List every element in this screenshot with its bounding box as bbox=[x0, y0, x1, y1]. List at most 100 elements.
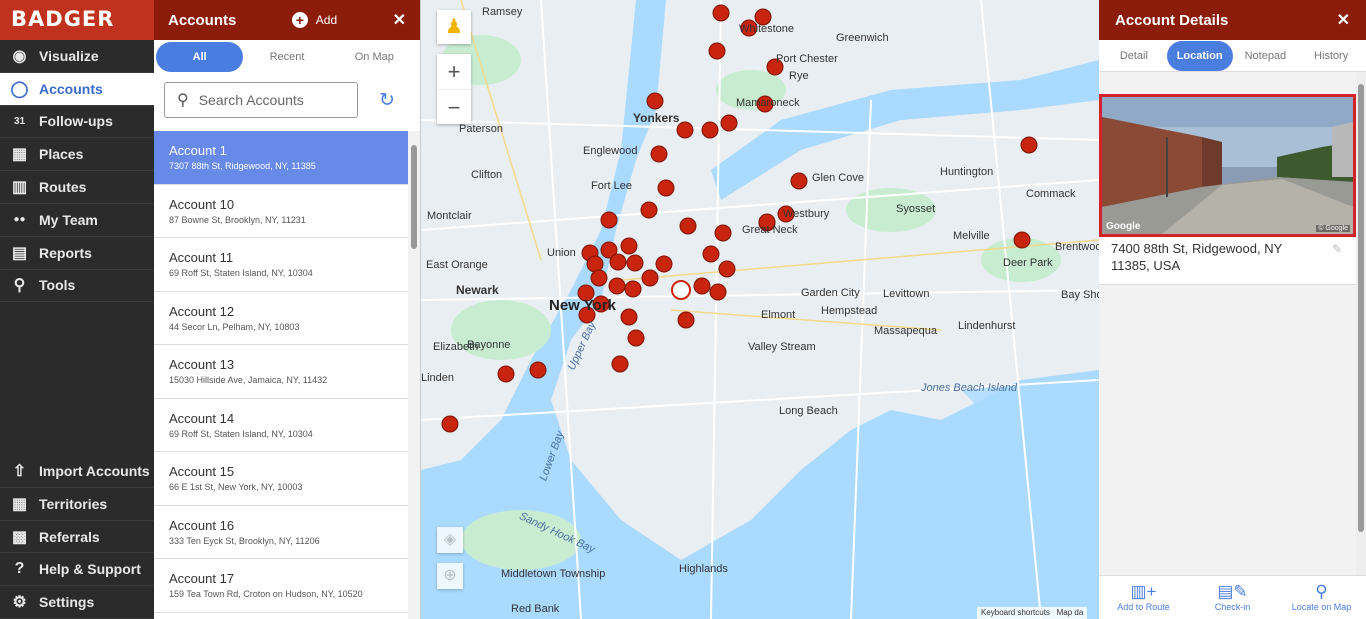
account-name: Account 14 bbox=[169, 410, 235, 426]
map-label: Middletown Township bbox=[501, 568, 606, 580]
edit-pencil-icon[interactable]: ✎ bbox=[1332, 242, 1342, 256]
map-footer: Keyboard shortcuts Map da bbox=[977, 607, 1088, 619]
tab-all[interactable]: All bbox=[156, 42, 244, 72]
nav-label: Import Accounts bbox=[39, 462, 150, 479]
check-in-button[interactable]: ▤✎ Check-in bbox=[1188, 576, 1277, 619]
google-watermark: Google bbox=[1106, 221, 1141, 232]
account-list-item[interactable]: Account 14 69 Roff St, Staten Island, NY,… bbox=[154, 399, 408, 452]
map-view[interactable]: Ramsey Greenwich Port Chester Rye Mamaro… bbox=[421, 0, 1099, 619]
account-list-item[interactable]: Account 17 159 Tea Town Rd, Croton on Hud… bbox=[154, 559, 408, 613]
nav-item-visualize[interactable]: ◉ Visualize bbox=[0, 40, 154, 73]
accounts-scrollbar[interactable] bbox=[408, 131, 420, 619]
account-list-item[interactable]: Account 12 44 Secor Ln, Pelham, NY, 10803 bbox=[154, 292, 408, 345]
map-label: Mamaroneck bbox=[736, 97, 800, 109]
map-label: Union bbox=[547, 247, 576, 259]
report-icon: ▤ bbox=[11, 244, 28, 262]
refresh-icon[interactable]: ↻ bbox=[379, 89, 395, 112]
store-icon: ▦ bbox=[11, 146, 28, 164]
layers-icon[interactable]: ◈ bbox=[437, 527, 463, 553]
add-to-route-button[interactable]: ▥+ Add to Route bbox=[1099, 576, 1188, 619]
nav-item-settings[interactable]: ⚙ Settings bbox=[0, 586, 154, 619]
map-label: Great Neck bbox=[742, 224, 798, 236]
tab-notepad[interactable]: Notepad bbox=[1233, 41, 1299, 71]
nav-item-import-accounts[interactable]: ⇧ Import Accounts bbox=[0, 455, 154, 488]
keyboard-shortcuts-link[interactable]: Keyboard shortcuts bbox=[981, 608, 1050, 617]
account-list-item[interactable]: Account 11 69 Roff St, Staten Island, NY,… bbox=[154, 238, 408, 292]
locate-on-map-button[interactable]: ⚲ Locate on Map bbox=[1277, 576, 1366, 619]
map-label: Elmont bbox=[761, 309, 796, 321]
account-address: 66 E 1st St, New York, NY, 10003 bbox=[169, 482, 303, 492]
street-view-photo[interactable]: Google © Google bbox=[1099, 94, 1356, 237]
street-view-pegman-icon[interactable]: ♟ bbox=[437, 10, 471, 44]
map-label: Fort Lee bbox=[591, 180, 632, 192]
account-list-item[interactable]: Account 16 333 Ten Eyck St, Brooklyn, NY,… bbox=[154, 506, 408, 559]
tab-recent[interactable]: Recent bbox=[243, 42, 330, 72]
footer-label: Locate on Map bbox=[1291, 602, 1352, 612]
close-details-button[interactable]: ✕ bbox=[1337, 10, 1350, 30]
nav-item-tools[interactable]: ⚲ Tools bbox=[0, 270, 154, 303]
close-accounts-button[interactable]: ✕ bbox=[393, 10, 406, 30]
nav-label: Places bbox=[39, 146, 84, 163]
details-scrollbar[interactable] bbox=[1356, 72, 1366, 576]
map-label: Rye bbox=[789, 70, 809, 82]
map-label: Greenwich bbox=[836, 32, 889, 44]
map-label: Levittown bbox=[883, 288, 930, 300]
map-label: Red Bank bbox=[511, 603, 560, 615]
map-label: Glen Cove bbox=[812, 172, 864, 184]
tab-on-map[interactable]: On Map bbox=[331, 42, 418, 72]
footer-label: Check-in bbox=[1214, 602, 1251, 612]
account-name: Account 13 bbox=[169, 357, 235, 372]
map-route-icon: ▥ bbox=[11, 179, 28, 197]
badger-logo[interactable]: BADGER bbox=[0, 0, 154, 40]
details-header: Account Details ✕ bbox=[1099, 0, 1366, 40]
main-nav: BADGER ◉ Visualize ◯ Accounts 31 Follow-ups ▦ P… bbox=[0, 0, 154, 619]
nav-label: Visualize bbox=[39, 47, 99, 64]
tab-location[interactable]: Location bbox=[1166, 40, 1233, 71]
account-address: 69 Roff St, Staten Island, NY, 10304 bbox=[169, 268, 313, 278]
details-tabs: Detail Location Notepad History bbox=[1099, 40, 1366, 72]
account-list-item[interactable]: Account 15 66 E 1st St, New York, NY, 100… bbox=[154, 452, 408, 506]
nav-item-accounts[interactable]: ◯ Accounts bbox=[0, 72, 154, 106]
checkin-icon: ▤✎ bbox=[1217, 582, 1248, 601]
details-scrollbar-thumb[interactable] bbox=[1358, 84, 1364, 532]
nav-label: Routes bbox=[39, 179, 87, 196]
nav-item-territories[interactable]: ▦ Territories bbox=[0, 488, 154, 521]
account-name: Account 12 bbox=[169, 303, 235, 319]
nav-item-referrals[interactable]: ▩ Referrals bbox=[0, 521, 154, 554]
map-canvas[interactable] bbox=[421, 0, 1099, 619]
nav-item-my-team[interactable]: ●● My Team bbox=[0, 204, 154, 237]
add-account-button[interactable]: + Add bbox=[291, 12, 337, 28]
tab-detail[interactable]: Detail bbox=[1101, 41, 1167, 71]
map-label: Englewood bbox=[583, 145, 638, 157]
map-label: Syosset bbox=[896, 203, 936, 215]
my-location-icon[interactable]: ⊕ bbox=[437, 563, 463, 589]
nav-item-places[interactable]: ▦ Places bbox=[0, 138, 154, 172]
account-name: Account 16 bbox=[169, 517, 235, 533]
tab-history[interactable]: History bbox=[1298, 41, 1364, 71]
zoom-out-button[interactable]: − bbox=[437, 89, 471, 124]
photo-copyright: © Google bbox=[1316, 225, 1350, 232]
account-list-item[interactable]: Account 1 7307 88th St, Ridgewood, NY, 11… bbox=[154, 131, 408, 185]
map-label: Bayonne bbox=[467, 339, 511, 351]
account-address: 44 Secor Ln, Pelham, NY, 10803 bbox=[169, 321, 300, 332]
scrollbar-thumb[interactable] bbox=[411, 145, 417, 249]
zoom-control: + − bbox=[437, 54, 471, 124]
search-input[interactable]: ⚲ Search Accounts bbox=[164, 82, 358, 118]
locate-icon: ⚲ bbox=[1315, 582, 1328, 601]
nav-item-routes[interactable]: ▥ Routes bbox=[0, 171, 154, 204]
account-address: 69 Roff St, Staten Island, NY, 10304 bbox=[169, 428, 313, 439]
account-icon: ◯ bbox=[10, 80, 29, 98]
account-list-item[interactable]: Account 10 87 Bowne St, Brooklyn, NY, 112… bbox=[154, 185, 408, 238]
account-list-item[interactable]: Account 13 15030 Hillside Ave, Jamaica, N… bbox=[154, 345, 408, 399]
address-box: 7400 88th St, Ridgewood, NY 11385, USA ✎ bbox=[1099, 237, 1356, 285]
map-label: Ramsey bbox=[482, 6, 523, 18]
nav-item-help-support[interactable]: ? Help & Support bbox=[0, 553, 154, 587]
map-label: Commack bbox=[1026, 188, 1076, 200]
eye-icon: ◉ bbox=[12, 47, 27, 65]
nav-item-reports[interactable]: ▤ Reports bbox=[0, 237, 154, 270]
map-label: Deer Park bbox=[1003, 257, 1053, 269]
nav-item-follow-ups[interactable]: 31 Follow-ups bbox=[0, 106, 154, 139]
zoom-in-button[interactable]: + bbox=[437, 54, 471, 89]
map-data-link[interactable]: Map da bbox=[1057, 608, 1084, 617]
account-name: Account 17 bbox=[169, 571, 235, 586]
